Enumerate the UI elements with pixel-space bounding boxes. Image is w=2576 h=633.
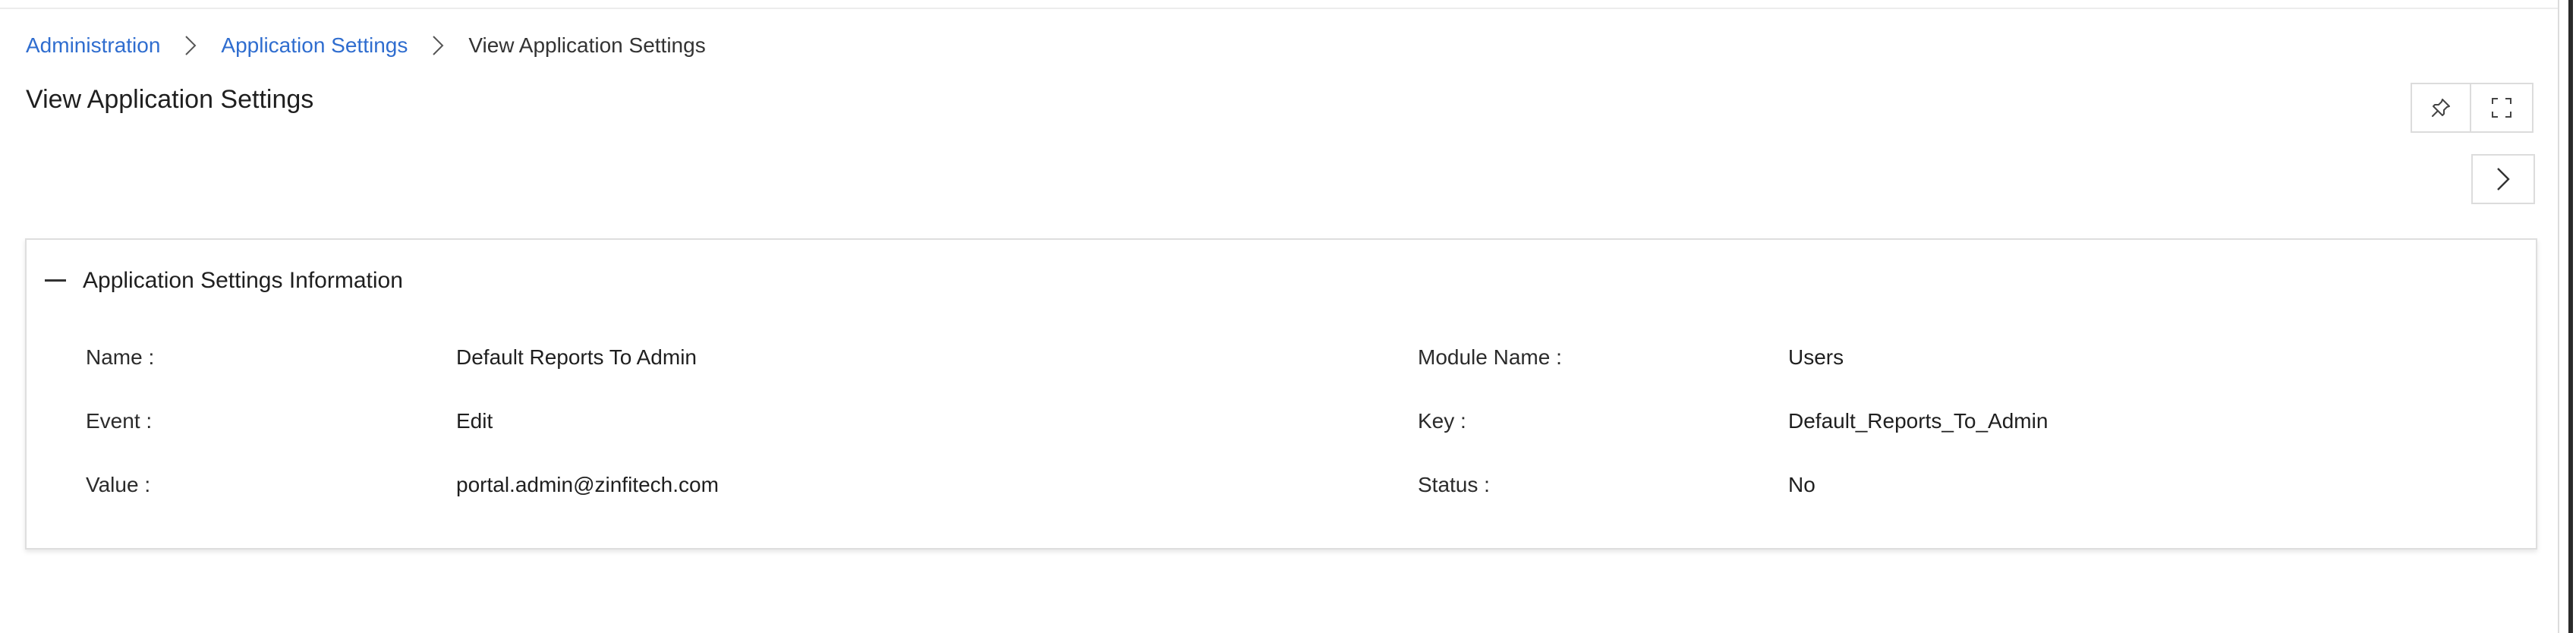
field-label-status: Status :	[1418, 473, 1490, 496]
chevron-right-icon	[2495, 166, 2511, 192]
field-label-key: Key :	[1418, 409, 1466, 433]
expand-icon	[2490, 96, 2513, 119]
application-settings-card: Application Settings Information Name : …	[25, 238, 2537, 550]
page: Administration Application Settings View…	[0, 0, 2558, 633]
field-label-module-name: Module Name :	[1418, 345, 1562, 369]
card-title: Application Settings Information	[83, 268, 403, 293]
minus-icon	[45, 263, 66, 299]
breadcrumb-application-settings[interactable]: Application Settings	[221, 33, 408, 58]
chevron-right-icon	[160, 34, 221, 57]
field-label-event: Event :	[86, 409, 153, 433]
header-actions	[2411, 83, 2533, 133]
next-button[interactable]	[2471, 154, 2535, 204]
breadcrumb-current: View Application Settings	[468, 33, 706, 57]
top-divider	[0, 8, 2558, 9]
field-value-value: portal.admin@zinfitech.com	[456, 473, 719, 496]
page-title: View Application Settings	[26, 85, 314, 114]
field-label-value: Value :	[86, 473, 151, 496]
chevron-right-icon	[408, 34, 468, 57]
field-value-module-name: Users	[1788, 345, 1844, 369]
pin-icon	[2430, 96, 2452, 119]
breadcrumb-administration[interactable]: Administration	[26, 33, 160, 58]
field-value-key: Default_Reports_To_Admin	[1788, 409, 2049, 433]
pin-button[interactable]	[2411, 83, 2471, 133]
field-label-name: Name :	[86, 345, 155, 369]
field-value-status: No	[1788, 473, 1815, 496]
window-edge	[2558, 0, 2576, 633]
card-header-toggle[interactable]: Application Settings Information	[45, 263, 403, 299]
field-value-event: Edit	[456, 409, 493, 433]
field-value-name: Default Reports To Admin	[456, 345, 697, 369]
fullscreen-button[interactable]	[2470, 83, 2533, 133]
breadcrumb: Administration Application Settings View…	[26, 29, 706, 62]
